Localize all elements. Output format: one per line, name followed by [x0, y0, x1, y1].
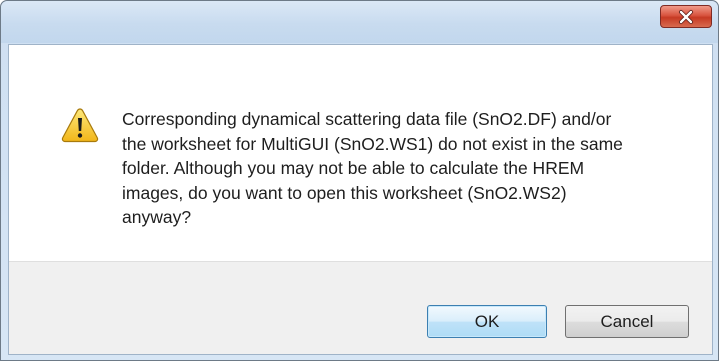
- message-text: Corresponding dynamical scattering data …: [122, 109, 623, 227]
- cancel-button[interactable]: Cancel: [565, 305, 689, 338]
- ok-button[interactable]: OK: [427, 305, 547, 338]
- warning-icon: [61, 108, 99, 143]
- dialog-body: Corresponding dynamical scattering data …: [8, 44, 713, 355]
- close-button[interactable]: [660, 5, 712, 28]
- title-bar[interactable]: [1, 1, 718, 43]
- message-area: Corresponding dynamical scattering data …: [9, 45, 712, 261]
- button-bar: OK Cancel: [9, 261, 712, 354]
- close-icon: [679, 9, 693, 24]
- message-dialog: Corresponding dynamical scattering data …: [0, 0, 719, 361]
